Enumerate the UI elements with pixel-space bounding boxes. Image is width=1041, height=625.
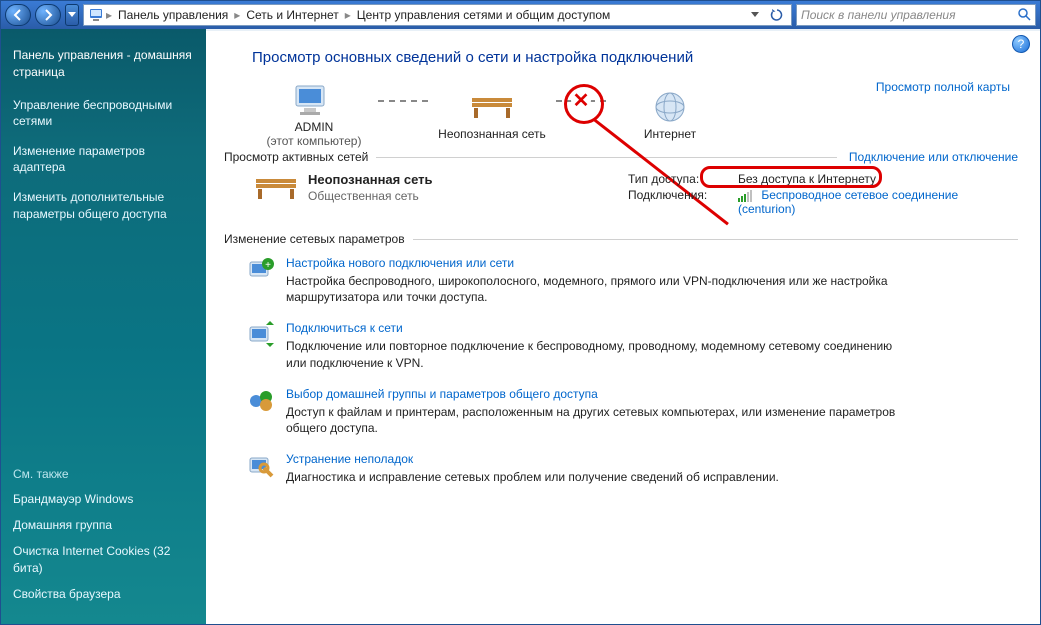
sidebar-also-cookies[interactable]: Очистка Internet Cookies (32 бита) xyxy=(13,543,194,575)
window-body: Панель управления - домашняя страница Уп… xyxy=(1,29,1040,624)
control-panel-icon xyxy=(88,6,104,25)
sidebar: Панель управления - домашняя страница Уп… xyxy=(1,29,206,624)
connect-disconnect-link[interactable]: Подключение или отключение xyxy=(849,150,1018,164)
map-link-segment xyxy=(378,100,428,102)
svg-text:+: + xyxy=(265,260,271,271)
network-name: Неопознанная сеть xyxy=(308,172,433,187)
map-node-this-computer: ADMIN (этот компьютер) xyxy=(254,80,374,148)
setting-title[interactable]: Подключиться к сети xyxy=(286,321,906,335)
network-type: Общественная сеть xyxy=(308,189,433,203)
setting-homegroup: Выбор домашней группы и параметров общег… xyxy=(246,387,1018,436)
connections-label: Подключения: xyxy=(628,188,738,216)
network-map: ADMIN (этот компьютер) Неопознанная сеть… xyxy=(254,80,1018,148)
setting-desc: Доступ к файлам и принтерам, расположенн… xyxy=(286,404,906,436)
map-node-label: Неопознанная сеть xyxy=(438,127,546,141)
map-node-sublabel: (этот компьютер) xyxy=(267,134,362,148)
sidebar-also-header: См. также xyxy=(13,467,194,481)
setting-title[interactable]: Устранение неполадок xyxy=(286,452,779,466)
content-area: ? Просмотр основных сведений о сети и на… xyxy=(206,29,1040,624)
refresh-button[interactable] xyxy=(767,6,787,24)
active-networks-header: Просмотр активных сетей Подключение или … xyxy=(224,150,1018,164)
wifi-signal-icon xyxy=(738,190,754,202)
connection-link[interactable]: Беспроводное сетевое соединение (centuri… xyxy=(738,188,958,216)
annotation-circle xyxy=(564,84,604,124)
sidebar-also-browser[interactable]: Свойства браузера xyxy=(13,586,194,602)
troubleshoot-icon xyxy=(246,452,278,480)
search-box[interactable]: Поиск в панели управления xyxy=(796,4,1036,26)
connect-network-icon xyxy=(246,321,278,349)
network-params-header: Изменение сетевых параметров xyxy=(224,232,1018,246)
settings-list: + Настройка нового подключения или сети … xyxy=(228,256,1018,485)
setting-title[interactable]: Выбор домашней группы и параметров общег… xyxy=(286,387,906,401)
address-dropdown[interactable] xyxy=(745,6,765,24)
sidebar-home-link[interactable]: Панель управления - домашняя страница xyxy=(13,47,194,81)
map-node-unidentified: Неопознанная сеть xyxy=(432,87,552,141)
forward-button[interactable] xyxy=(35,4,61,26)
bench-icon xyxy=(468,87,516,127)
control-panel-window: ▸ Панель управления ▸ Сеть и Интернет ▸ … xyxy=(0,0,1041,625)
sidebar-link-adapter[interactable]: Изменение параметров адаптера xyxy=(13,143,194,175)
titlebar: ▸ Панель управления ▸ Сеть и Интернет ▸ … xyxy=(1,1,1040,29)
setting-new-connection: + Настройка нового подключения или сети … xyxy=(246,256,1018,305)
sidebar-also-homegroup[interactable]: Домашняя группа xyxy=(13,517,194,533)
view-full-map-link[interactable]: Просмотр полной карты xyxy=(876,80,1010,94)
setting-troubleshoot: Устранение неполадок Диагностика и испра… xyxy=(246,452,1018,485)
map-node-label: Интернет xyxy=(644,127,696,141)
setting-title[interactable]: Настройка нового подключения или сети xyxy=(286,256,906,270)
breadcrumb-separator: ▸ xyxy=(234,8,240,22)
history-dropdown[interactable] xyxy=(65,4,79,26)
globe-icon xyxy=(653,87,687,127)
breadcrumb-item[interactable]: Центр управления сетями и общим доступом xyxy=(353,8,615,22)
setting-desc: Подключение или повторное подключение к … xyxy=(286,338,906,370)
page-title: Просмотр основных сведений о сети и наст… xyxy=(252,49,1018,66)
breadcrumb-separator: ▸ xyxy=(345,8,351,22)
setting-connect-network: Подключиться к сети Подключение или повт… xyxy=(246,321,1018,370)
back-button[interactable] xyxy=(5,4,31,26)
search-placeholder: Поиск в панели управления xyxy=(801,8,956,22)
search-icon xyxy=(1017,7,1031,24)
new-connection-icon: + xyxy=(246,256,278,284)
setting-desc: Диагностика и исправление сетевых пробле… xyxy=(286,469,779,485)
address-bar[interactable]: ▸ Панель управления ▸ Сеть и Интернет ▸ … xyxy=(83,4,792,26)
section-label: Изменение сетевых параметров xyxy=(224,232,405,246)
sidebar-also-firewall[interactable]: Брандмауэр Windows xyxy=(13,491,194,507)
sidebar-link-sharing[interactable]: Изменить дополнительные параметры общего… xyxy=(13,189,194,221)
help-icon[interactable]: ? xyxy=(1012,35,1030,53)
network-type-icon xyxy=(252,172,298,204)
sidebar-link-wireless[interactable]: Управление беспроводными сетями xyxy=(13,97,194,129)
homegroup-icon xyxy=(246,387,278,415)
breadcrumb-separator: ▸ xyxy=(106,8,112,22)
breadcrumb-item[interactable]: Панель управления xyxy=(114,8,232,22)
active-network-row: Неопознанная сеть Общественная сеть Тип … xyxy=(252,172,1018,218)
setting-desc: Настройка беспроводного, широкополосного… xyxy=(286,273,906,305)
computer-icon xyxy=(292,80,336,120)
map-node-label: ADMIN xyxy=(295,120,334,134)
breadcrumb-item[interactable]: Сеть и Интернет xyxy=(242,8,342,22)
map-node-internet: Интернет xyxy=(610,87,730,141)
annotation-oval xyxy=(700,166,882,188)
section-label: Просмотр активных сетей xyxy=(224,150,368,164)
